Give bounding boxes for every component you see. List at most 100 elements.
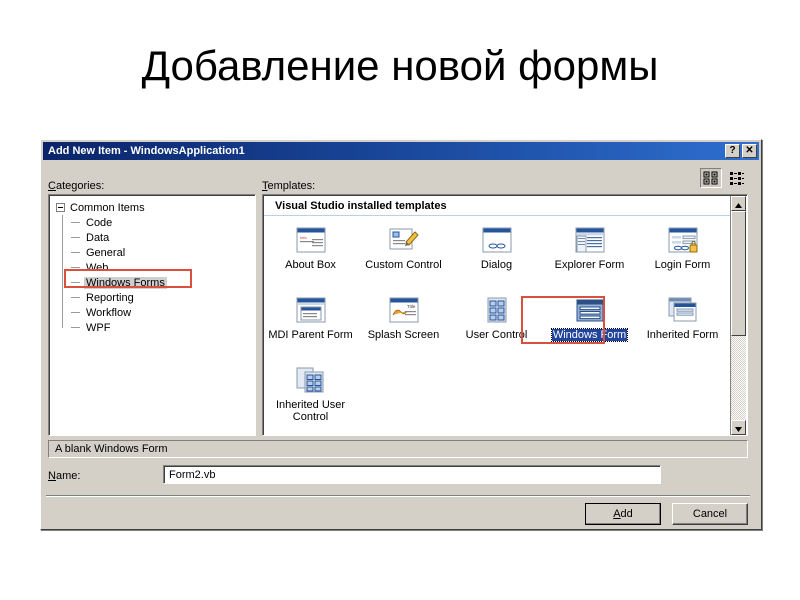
tree-branch-icon xyxy=(71,252,80,253)
template-item-mdi-parent-form[interactable]: MDI Parent Form xyxy=(264,287,357,357)
tree-branch-icon xyxy=(71,297,80,298)
template-item-label: MDI Parent Form xyxy=(268,329,353,341)
name-label: Name: xyxy=(48,470,80,482)
caret-down-icon xyxy=(735,419,742,436)
user-control-icon xyxy=(480,295,514,325)
tree-branch-icon xyxy=(71,327,80,328)
tree-branch-icon xyxy=(71,237,80,238)
cancel-button-label: Cancel xyxy=(692,508,728,520)
template-item-label: Dialog xyxy=(480,259,513,271)
page-title: Добавление новой формы xyxy=(141,42,659,89)
windows-form-icon xyxy=(573,295,607,325)
tree-item-workflow[interactable]: Workflow xyxy=(49,305,255,320)
tree-item-reporting[interactable]: Reporting xyxy=(49,290,255,305)
tree-item-label: Windows Forms xyxy=(84,276,167,289)
add-button-mnemonic: A xyxy=(613,508,621,520)
template-item-label: Windows Form xyxy=(550,328,629,342)
splash-screen-icon: Title xyxy=(387,295,421,325)
tree-item-code[interactable]: Code xyxy=(49,215,255,230)
caret-up-icon xyxy=(735,195,742,213)
categories-label: Categories: xyxy=(48,180,104,192)
login-form-icon xyxy=(666,225,700,255)
name-input[interactable]: Form2.vb xyxy=(163,465,661,484)
help-button[interactable]: ? xyxy=(725,144,740,158)
tree-item-label: Code xyxy=(86,216,113,229)
template-item-custom-control[interactable]: Custom Control xyxy=(357,217,450,287)
scrollbar-track[interactable] xyxy=(731,211,746,420)
cancel-button[interactable]: Cancel xyxy=(672,503,748,525)
large-icons-icon xyxy=(703,171,719,185)
footer-separator xyxy=(46,495,750,497)
template-item-label: Custom Control xyxy=(365,259,442,271)
tree-branch-icon xyxy=(71,267,80,268)
templates-panel[interactable]: Visual Studio installed templates Info Ab… xyxy=(262,194,748,436)
template-item-label: Explorer Form xyxy=(554,259,625,271)
templates-group-header: Visual Studio installed templates xyxy=(264,196,732,216)
template-item-inherited-user-control[interactable]: Inherited User Control xyxy=(264,357,357,427)
template-item-windows-form[interactable]: Windows Form xyxy=(543,287,636,357)
template-item-about-box[interactable]: Info About Box xyxy=(264,217,357,287)
collapse-icon[interactable] xyxy=(56,203,65,212)
close-button[interactable]: ✕ xyxy=(742,144,757,158)
name-label-rest: ame: xyxy=(55,470,81,482)
tree-item-label: Reporting xyxy=(86,291,134,304)
template-item-label: Inherited Form xyxy=(646,329,719,341)
templates-label: Templates: xyxy=(262,180,315,192)
tree-branch-icon xyxy=(71,312,80,313)
tree-item-wpf[interactable]: WPF xyxy=(49,320,255,335)
scroll-up-button[interactable] xyxy=(731,196,746,211)
mdi-parent-form-icon xyxy=(294,295,328,325)
slide-canvas: Добавление новой формы Add New Item - Wi… xyxy=(0,0,800,600)
tree-root-label: Common Items xyxy=(70,201,145,214)
explorer-form-icon xyxy=(573,225,607,255)
template-item-label: Inherited User Control xyxy=(275,399,346,423)
tree-item-label: Workflow xyxy=(86,306,132,319)
tree-item-label: WPF xyxy=(86,321,111,334)
list-view-button[interactable] xyxy=(726,168,748,188)
dialog-title: Add New Item - WindowsApplication1 xyxy=(48,145,245,157)
svg-text:Title: Title xyxy=(407,304,416,309)
tree-node-common-items[interactable]: Common Items xyxy=(49,200,255,215)
view-mode-toolbar xyxy=(700,168,748,188)
templates-label-rest: emplates: xyxy=(267,180,316,192)
tree-item-label: Data xyxy=(86,231,110,244)
dialog-icon xyxy=(480,225,514,255)
template-item-login-form[interactable]: Login Form xyxy=(636,217,729,287)
templates-grid: Info About Box Custom Control Dialog Explore… xyxy=(264,217,730,427)
template-item-label: Splash Screen xyxy=(367,329,440,341)
svg-text:Info: Info xyxy=(300,235,307,240)
tree-item-data[interactable]: Data xyxy=(49,230,255,245)
template-item-label: User Control xyxy=(465,329,528,341)
tree-item-web[interactable]: Web xyxy=(49,260,255,275)
name-label-mnemonic: N xyxy=(48,470,56,482)
tree-item-windows-forms[interactable]: Windows Forms xyxy=(49,275,255,290)
template-item-dialog[interactable]: Dialog xyxy=(450,217,543,287)
scrollbar-thumb[interactable] xyxy=(731,211,746,336)
categories-label-rest: ategories: xyxy=(55,180,105,192)
template-item-label: Login Form xyxy=(654,259,711,271)
list-view-icon xyxy=(729,171,745,185)
tree-item-general[interactable]: General xyxy=(49,245,255,260)
templates-scrollbar[interactable] xyxy=(730,196,746,435)
inherited-user-control-icon xyxy=(294,365,328,395)
categories-label-mnemonic: C xyxy=(48,180,56,192)
large-icons-view-button[interactable] xyxy=(700,168,722,188)
inherited-form-icon xyxy=(666,295,700,325)
tree-item-label: General xyxy=(86,246,126,259)
categories-tree[interactable]: Common Items Code Data General Web Windows F… xyxy=(48,194,256,436)
template-item-explorer-form[interactable]: Explorer Form xyxy=(543,217,636,287)
custom-control-icon xyxy=(387,225,421,255)
template-item-splash-screen[interactable]: Title Splash Screen xyxy=(357,287,450,357)
tree-branch-icon xyxy=(71,222,80,223)
scroll-down-button[interactable] xyxy=(731,420,746,435)
add-button-label: dd xyxy=(620,508,633,520)
template-description: A blank Windows Form xyxy=(48,440,748,458)
dialog-titlebar[interactable]: Add New Item - WindowsApplication1 ? ✕ xyxy=(43,142,759,160)
tree-item-label: Web xyxy=(86,261,109,274)
about-box-icon: Info xyxy=(294,225,328,255)
add-button[interactable]: Add xyxy=(585,503,661,525)
template-item-user-control[interactable]: User Control xyxy=(450,287,543,357)
template-item-inherited-form[interactable]: Inherited Form xyxy=(636,287,729,357)
template-item-label: About Box xyxy=(285,259,336,271)
tree-children-list: Code Data General Web Windows Forms Reporting… xyxy=(49,215,255,335)
